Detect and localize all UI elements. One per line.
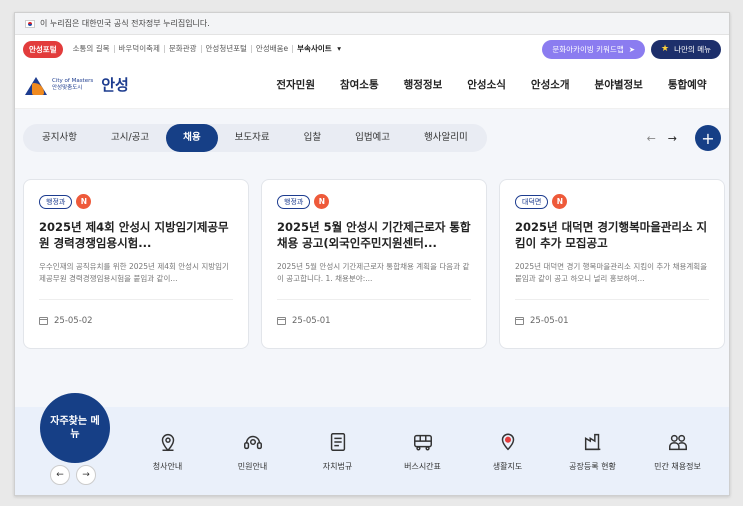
gnb-item[interactable]: 안성소식	[455, 77, 519, 92]
frequent-item-label: 청사안내	[152, 462, 183, 471]
my-menu-button[interactable]: ★ 나만의 메뉴	[651, 39, 721, 59]
gnb-item[interactable]: 행정정보	[391, 77, 455, 92]
util-link[interactable]: 안성청년포털	[200, 45, 251, 53]
card-description: 2025년 대덕면 경기 행복마을관리소 지킴이 추가 채용계획을 붙임과 같이…	[515, 262, 708, 283]
logo-tagline-ko: 안성맞춤도시	[52, 84, 83, 91]
archive-button-label: 문화아카이빙 키워드맵	[552, 44, 624, 54]
archive-keyword-map-button[interactable]: 문화아카이빙 키워드맵 ➤	[542, 39, 646, 59]
frequent-item-label: 자치법규	[322, 462, 353, 471]
frequent-item-office-guide[interactable]: 청사안내	[125, 431, 210, 472]
gnb-item[interactable]: 전자민원	[264, 77, 328, 92]
card-description: 2025년 5월 안성시 기간제근로자 통합채용 계획을 다음과 같이 공고합니…	[277, 262, 470, 283]
my-menu-label: 나만의 메뉴	[674, 44, 711, 54]
frequent-item-factory-status[interactable]: 공장등록 현황	[550, 431, 635, 472]
board-card[interactable]: 행정과 N 2025년 제4회 안성시 지방임기제공무원 경력경쟁임용시험...…	[23, 179, 249, 349]
tab-notice[interactable]: 공지사항	[25, 124, 94, 152]
board-tabs-area: 공지사항 고시/공고 채용 보도자료 입찰 입법예고 행사알리미 ← → +	[15, 109, 729, 167]
frequent-menu-title: 자주찾는 메뉴	[40, 393, 110, 463]
star-icon: ★	[661, 44, 670, 54]
tab-legislative-notice[interactable]: 입법예고	[338, 124, 407, 152]
frequent-item-civil-guide[interactable]: 민원안내	[210, 431, 295, 472]
gnb-item[interactable]: 안성소개	[518, 77, 582, 92]
card-date: 25-05-01	[530, 316, 569, 326]
bus-icon	[413, 434, 432, 451]
send-icon: ➤	[628, 44, 636, 54]
gnb-item[interactable]: 통합예약	[655, 77, 719, 92]
card-description: 우수인재의 공직유치를 위한 2025년 제4회 안성시 지방임기제공무원 경력…	[39, 262, 229, 283]
card-divider	[277, 299, 471, 300]
tab-announcement[interactable]: 고시/공고	[94, 124, 166, 152]
dept-badge: 대덕면	[515, 194, 549, 209]
frequent-item-ordinances[interactable]: 자치법규	[295, 431, 380, 472]
card-title: 2025년 5월 안성시 기간제근로자 통합채용 공고(외국인주민지원센터...	[277, 220, 471, 250]
gnb-item[interactable]: 분야별정보	[582, 77, 655, 92]
gnb-item[interactable]: 참여소통	[327, 77, 391, 92]
dept-badge: 행정과	[39, 194, 73, 209]
frequent-item-label: 공장등록 현황	[569, 462, 616, 471]
card-divider	[39, 299, 233, 300]
frequent-item-bus-timetable[interactable]: 버스시간표	[380, 431, 465, 472]
tab-recruitment[interactable]: 채용	[166, 124, 218, 152]
next-arrow-icon[interactable]: →	[668, 132, 677, 145]
frequent-menu-section: 자주찾는 메뉴 ← → 청사안내 민원안내 자치법규 버스시간표 생활지도 공장…	[15, 381, 729, 495]
board-card[interactable]: 대덕면 N 2025년 대덕면 경기행복마을관리소 지킴이 추가 모집공고 20…	[499, 179, 725, 349]
headset-icon	[243, 435, 262, 450]
frequent-prev-button[interactable]: ←	[50, 465, 70, 485]
site-logo[interactable]: City of Masters 안성맞춤도시 안성	[25, 74, 255, 95]
new-badge: N	[552, 194, 568, 209]
sites-dropdown-label: 부속사이트	[297, 44, 332, 53]
frequent-item-life-map[interactable]: 생활지도	[465, 431, 550, 472]
logo-mark-icon	[25, 75, 47, 95]
board-cards: 행정과 N 2025년 제4회 안성시 지방임기제공무원 경력경쟁임용시험...…	[15, 167, 729, 381]
calendar-icon	[39, 317, 48, 325]
utility-links: 소통의 길목 바우덕이축제 문화관광 안성청년포털 안성배움e 부속사이트 ▾	[69, 45, 345, 53]
gov-banner-text: 이 누리집은 대한민국 공식 전자정부 누리집입니다.	[40, 19, 210, 28]
board-tabs: 공지사항 고시/공고 채용 보도자료 입찰 입법예고 행사알리미	[23, 124, 487, 152]
card-date: 25-05-02	[54, 316, 93, 326]
frequent-item-label: 민원안내	[237, 462, 268, 471]
frequent-item-label: 민간 채용정보	[654, 462, 701, 471]
logo-name: 안성	[101, 76, 129, 94]
card-date: 25-05-01	[292, 316, 331, 326]
util-link[interactable]: 안성배움e	[250, 45, 292, 53]
location-icon	[501, 433, 514, 451]
frequent-item-private-jobs[interactable]: 민간 채용정보	[635, 431, 720, 472]
site-header: City of Masters 안성맞춤도시 안성 전자민원 참여소통 행정정보…	[15, 61, 729, 109]
calendar-icon	[515, 317, 524, 325]
board-card[interactable]: 행정과 N 2025년 5월 안성시 기간제근로자 통합채용 공고(외국인주민지…	[261, 179, 487, 349]
main-navigation: 전자민원 참여소통 행정정보 안성소식 안성소개 분야별정보 통합예약	[264, 77, 719, 92]
card-title: 2025년 대덕면 경기행복마을관리소 지킴이 추가 모집공고	[515, 220, 708, 250]
new-badge: N	[76, 194, 92, 209]
map-pin-icon	[161, 434, 174, 452]
frequent-next-button[interactable]: →	[76, 465, 96, 485]
card-divider	[515, 299, 709, 300]
frequent-item-label: 버스시간표	[404, 462, 441, 471]
people-icon	[668, 434, 687, 451]
frequent-item-label: 생활지도	[492, 462, 523, 471]
calendar-icon	[277, 317, 286, 325]
korea-flag-icon	[25, 19, 35, 28]
new-badge: N	[314, 194, 330, 209]
util-link[interactable]: 문화관광	[163, 45, 201, 53]
frequent-menu-items: 청사안내 민원안내 자치법규 버스시간표 생활지도 공장등록 현황 민간 채용정…	[125, 431, 720, 472]
chevron-down-icon: ▾	[337, 44, 342, 53]
util-link[interactable]: 바우덕이축제	[113, 45, 164, 53]
tab-bidding[interactable]: 입찰	[287, 124, 338, 152]
page-frame: 이 누리집은 대한민국 공식 전자정부 누리집입니다. 안성포털 소통의 길목 …	[14, 12, 730, 496]
utility-bar: 안성포털 소통의 길목 바우덕이축제 문화관광 안성청년포털 안성배움e 부속사…	[15, 37, 729, 61]
prev-arrow-icon[interactable]: ←	[647, 132, 656, 145]
more-plus-button[interactable]: +	[695, 125, 721, 151]
util-link[interactable]: 소통의 길목	[69, 45, 114, 53]
factory-icon	[584, 433, 600, 451]
tab-press-release[interactable]: 보도자료	[218, 124, 287, 152]
sites-dropdown[interactable]: 부속사이트 ▾	[292, 45, 345, 53]
document-icon	[330, 433, 345, 451]
tab-event-alert[interactable]: 행사알리미	[407, 124, 485, 152]
card-title: 2025년 제4회 안성시 지방임기제공무원 경력경쟁임용시험...	[39, 220, 229, 250]
logo-tagline-en: City of Masters	[52, 77, 94, 84]
portal-button[interactable]: 안성포털	[23, 40, 63, 58]
gov-banner: 이 누리집은 대한민국 공식 전자정부 누리집입니다.	[15, 13, 729, 35]
dept-badge: 행정과	[277, 194, 311, 209]
